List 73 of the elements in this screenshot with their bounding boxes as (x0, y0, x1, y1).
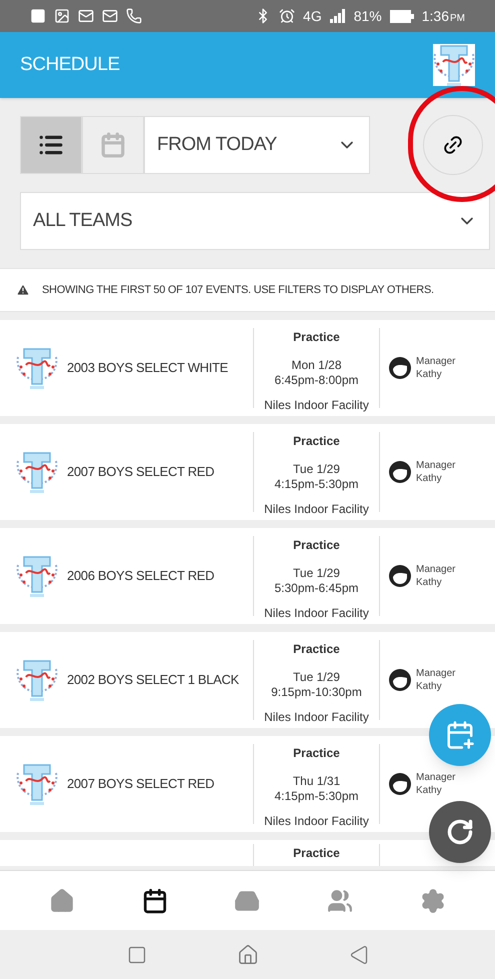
home-icon[interactable] (236, 944, 258, 966)
back-icon[interactable] (348, 944, 368, 964)
team-name: 2006 BOYS SELECT RED (67, 567, 214, 586)
contact-role: Manager (416, 563, 456, 576)
event-row[interactable]: 2002 BOYS SELECT 1 BLACK Practice Tue 1/29 9:15pm-10:30pm Niles Indoor Facility Manager Kathy (0, 632, 495, 728)
event-time: 9:15pm-10:30pm (271, 685, 362, 700)
image-icon (54, 8, 70, 24)
avatar-icon (388, 356, 412, 380)
mail-icon (78, 8, 94, 24)
event-type: Practice (293, 641, 340, 658)
contact-name: Kathy (416, 784, 443, 797)
event-location: Niles Indoor Facility (264, 397, 369, 414)
network-label: 4G (303, 6, 322, 26)
event-time: 6:45pm-8:00pm (274, 373, 359, 388)
contact-role: Manager (416, 355, 456, 368)
team-name: 2007 BOYS SELECT RED (67, 463, 214, 482)
contact-role: Manager (416, 771, 456, 784)
contact-role: Manager (416, 459, 456, 472)
home-icon (49, 888, 76, 914)
team-name: 2003 BOYS SELECT WHITE (67, 359, 228, 378)
notice-text: SHOWING THE FIRST 50 OF 107 EVENTS. USE FILTERS TO DISPLAY OTHERS. (42, 282, 434, 298)
event-date: Tue 1/29 (293, 566, 340, 581)
alarm-icon (279, 8, 296, 24)
clock-time: 1:36PM (422, 6, 465, 26)
contact-role: Manager (416, 667, 456, 680)
team-name: 2007 BOYS SELECT RED (67, 775, 214, 794)
event-time: 5:30pm-6:45pm (274, 581, 359, 596)
event-date: Mon 1/28 (291, 358, 342, 373)
avatar-icon (388, 772, 412, 796)
date-filter-dropdown[interactable]: FROM TODAY (144, 116, 370, 174)
contact-name: Kathy (416, 680, 443, 693)
recents-icon[interactable] (126, 944, 146, 964)
battery-icon (390, 10, 414, 22)
event-row[interactable]: 2003 BOYS SELECT WHITE Practice Mon 1/28 6:45pm-8:00pm Niles Indoor Facility Manager Kathy (0, 320, 495, 416)
contact-name: Kathy (416, 368, 443, 381)
event-type: Practice (293, 845, 340, 862)
event-type: Practice (293, 329, 340, 346)
battery-percent: 81% (354, 6, 382, 26)
people-icon (327, 888, 354, 914)
header-title: SCHEDULE (20, 52, 120, 77)
event-location: Niles Indoor Facility (264, 709, 369, 726)
event-location: Niles Indoor Facility (264, 501, 369, 518)
refresh-icon (446, 818, 474, 846)
avatar-icon (388, 564, 412, 588)
event-time: 4:15pm-5:30pm (274, 789, 359, 804)
view-toggle-button[interactable] (82, 116, 144, 174)
avatar-icon (388, 668, 412, 692)
calendar-add-icon (445, 720, 475, 750)
event-row[interactable]: Practice (0, 840, 495, 866)
event-row[interactable]: 2006 BOYS SELECT RED Practice Tue 1/29 5:30pm-6:45pm Niles Indoor Facility Manager Kathy (0, 528, 495, 624)
event-date: Thu 1/31 (292, 774, 340, 789)
event-type: Practice (293, 745, 340, 762)
contact-name: Kathy (416, 472, 443, 485)
phone-icon (126, 8, 142, 24)
view-toggle-button[interactable] (20, 116, 82, 174)
mail-icon (102, 8, 118, 24)
team-name: 2002 BOYS SELECT 1 BLACK (67, 671, 239, 690)
event-date: Tue 1/29 (293, 462, 340, 477)
calendar-icon (100, 132, 126, 158)
signal-icon (330, 9, 346, 23)
event-time: 4:15pm-5:30pm (274, 477, 359, 492)
warning-icon (16, 283, 30, 297)
calendar-icon (142, 888, 168, 914)
event-row[interactable]: 2007 BOYS SELECT RED Practice Thu 1/31 4:15pm-5:30pm Niles Indoor Facility Manager Kathy (0, 736, 495, 832)
event-type: Practice (293, 433, 340, 450)
avatar-icon (388, 460, 412, 484)
event-location: Niles Indoor Facility (264, 605, 369, 622)
event-type: Practice (293, 537, 340, 554)
event-row[interactable]: 2007 BOYS SELECT RED Practice Tue 1/29 4:15pm-5:30pm Niles Indoor Facility Manager Kathy (0, 424, 495, 520)
contact-name: Kathy (416, 576, 443, 589)
event-date: Tue 1/29 (293, 670, 340, 685)
team-filter-dropdown[interactable]: ALL TEAMS (20, 192, 490, 250)
event-location: Niles Indoor Facility (264, 813, 369, 830)
